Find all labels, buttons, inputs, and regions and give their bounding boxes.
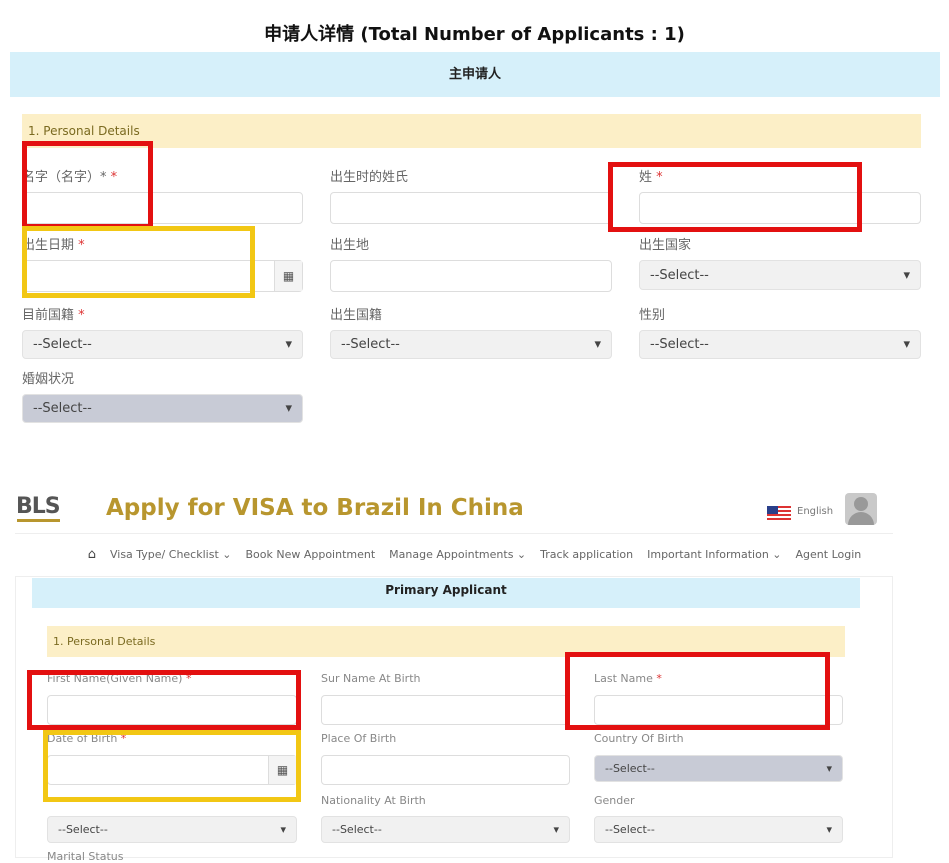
place-of-birth-label-en: Place Of Birth	[321, 732, 397, 745]
highlight-last-name-en	[565, 652, 830, 730]
marital-status-select[interactable]: --Select-- ▾	[22, 394, 303, 423]
nav-book-appointment[interactable]: Book New Appointment	[245, 548, 375, 561]
bls-logo: BLS	[16, 494, 61, 519]
avatar[interactable]	[845, 493, 877, 525]
marital-status-label-en: Marital Status	[47, 850, 124, 863]
nav-track-application[interactable]: Track application	[540, 548, 633, 561]
highlight-first-name-en	[27, 670, 301, 730]
place-of-birth-input[interactable]	[330, 260, 612, 292]
surname-at-birth-label-en: Sur Name At Birth	[321, 672, 421, 685]
country-of-birth-label: 出生国家	[639, 238, 692, 253]
current-nationality-label: 目前国籍 *	[22, 308, 85, 323]
language-selector[interactable]: English	[797, 506, 833, 517]
dropdown-arrow-icon: ▾	[903, 337, 910, 352]
place-of-birth-label: 出生地	[330, 238, 370, 253]
nationality-at-birth-select-en[interactable]: --Select-- ▾	[321, 816, 570, 843]
nav-important-information[interactable]: Important Information ⌄	[647, 548, 781, 561]
country-of-birth-label-en: Country Of Birth	[594, 732, 684, 745]
logo-underline	[17, 519, 60, 522]
nav-visa-type[interactable]: Visa Type/ Checklist ⌄	[110, 548, 231, 561]
nationality-at-birth-select[interactable]: --Select-- ▾	[330, 330, 612, 359]
page-title: 申请人详情 (Total Number of Applicants : 1)	[264, 24, 685, 45]
home-icon[interactable]: ⌂	[88, 547, 96, 562]
dropdown-arrow-icon: ▾	[285, 401, 292, 416]
main-nav: ⌂ Visa Type/ Checklist ⌄ Book New Appoin…	[0, 547, 949, 562]
primary-applicant-header: 主申请人	[10, 52, 940, 97]
nav-manage-appointments[interactable]: Manage Appointments ⌄	[389, 548, 526, 561]
gender-select-en[interactable]: --Select-- ▾	[594, 816, 843, 843]
dropdown-arrow-icon: ▾	[594, 337, 601, 352]
site-title: Apply for VISA to Brazil In China	[106, 495, 524, 521]
nationality-at-birth-label: 出生国籍	[330, 308, 383, 323]
place-of-birth-input-en[interactable]	[321, 755, 570, 785]
nav-agent-login[interactable]: Agent Login	[796, 548, 862, 561]
country-of-birth-select-en[interactable]: --Select-- ▾	[594, 755, 843, 782]
highlight-dob-en	[43, 730, 301, 802]
country-of-birth-select[interactable]: --Select-- ▾	[639, 260, 921, 290]
surname-at-birth-label: 出生时的姓氏	[330, 170, 409, 185]
gender-label: 性别	[639, 308, 666, 323]
primary-applicant-header-en: Primary Applicant	[32, 578, 860, 608]
dropdown-arrow-icon: ▾	[903, 267, 910, 283]
calendar-icon[interactable]: ▦	[274, 261, 302, 291]
highlight-last-name	[608, 162, 862, 232]
us-flag-icon[interactable]	[767, 506, 791, 520]
surname-at-birth-input-en[interactable]	[321, 695, 570, 725]
gender-select[interactable]: --Select-- ▾	[639, 330, 921, 359]
current-nationality-select-en[interactable]: --Select-- ▾	[47, 816, 297, 843]
dropdown-arrow-icon: ▾	[826, 762, 832, 775]
dropdown-arrow-icon: ▾	[280, 823, 286, 836]
dropdown-arrow-icon: ▾	[285, 337, 292, 352]
marital-status-label: 婚姻状况	[22, 372, 75, 387]
header-divider	[15, 533, 893, 534]
dropdown-arrow-icon: ▾	[553, 823, 559, 836]
current-nationality-select[interactable]: --Select-- ▾	[22, 330, 303, 359]
highlight-dob	[22, 226, 255, 298]
highlight-first-name	[22, 141, 153, 229]
gender-label-en: Gender	[594, 794, 635, 807]
nationality-at-birth-label-en: Nationality At Birth	[321, 794, 426, 807]
section-personal-details: 1. Personal Details	[22, 114, 921, 148]
surname-at-birth-input[interactable]	[330, 192, 612, 224]
dropdown-arrow-icon: ▾	[826, 823, 832, 836]
